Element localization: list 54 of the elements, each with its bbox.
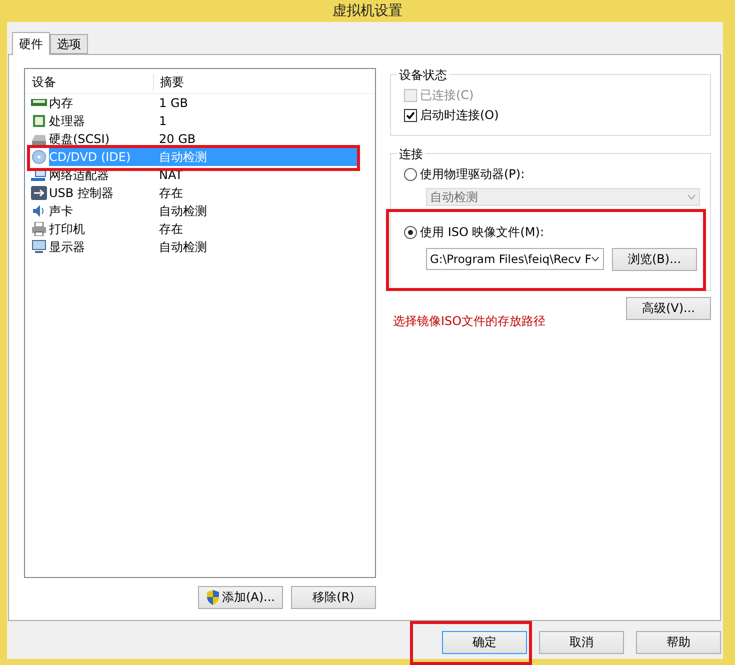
device-row[interactable]: 声卡 自动检测 — [26, 202, 358, 220]
usb-icon — [31, 186, 47, 200]
device-summary: 1 — [158, 113, 168, 130]
device-row[interactable]: 硬盘(SCSI) 20 GB — [26, 130, 358, 148]
dialog-button[interactable]: 帮助 — [636, 631, 721, 654]
device-summary: 存在 — [158, 185, 184, 202]
device-summary: 自动检测 — [153, 148, 358, 166]
chevron-down-icon — [687, 194, 696, 200]
network-monitor-icon — [31, 168, 47, 182]
chevron-down-icon — [591, 256, 600, 262]
device-row[interactable]: 内存 1 GB — [26, 94, 358, 112]
device-name: 显示器 — [49, 239, 86, 256]
add-button[interactable]: 添加(A)... — [198, 586, 283, 609]
device-summary: 自动检测 — [158, 203, 208, 220]
device-row[interactable]: USB 控制器 存在 — [26, 184, 358, 202]
device-name: 硬盘(SCSI) — [49, 131, 111, 148]
chip-icon — [31, 114, 47, 128]
window-title: 虚拟机设置 — [332, 2, 404, 21]
radio-button[interactable] — [404, 226, 417, 238]
device-name: 处理器 — [49, 113, 86, 130]
disc-icon — [31, 150, 47, 164]
hard-disk-icon — [31, 132, 47, 146]
printer-icon — [31, 222, 47, 236]
device-summary: 20 GB — [158, 131, 197, 148]
advanced-button[interactable]: 高级(V)... — [626, 297, 711, 320]
tab[interactable]: 硬件 — [12, 32, 50, 55]
tab[interactable]: 选项 — [50, 34, 88, 54]
device-name: USB 控制器 — [49, 185, 114, 202]
column-header[interactable]: 摘要 — [154, 74, 184, 90]
device-name: CD/DVD (IDE) — [49, 148, 153, 166]
device-name: 内存 — [49, 95, 74, 112]
remove-button[interactable]: 移除(R) — [291, 586, 376, 609]
radio-label: 使用 ISO 映像文件(M): — [420, 224, 544, 240]
group-title: 连接 — [397, 146, 425, 163]
annotation-note: 选择镜像ISO文件的存放路径 — [393, 313, 546, 330]
dialog-button[interactable]: 取消 — [539, 631, 624, 654]
radio-label: 使用物理驱动器(P): — [420, 166, 525, 182]
checkbox[interactable] — [404, 108, 417, 122]
group-title: 设备状态 — [397, 67, 449, 84]
dialog-button[interactable]: 确定 — [442, 631, 527, 654]
monitor-icon — [31, 240, 47, 254]
device-summary: 存在 — [158, 221, 184, 238]
checkbox-label: 已连接(C) — [420, 86, 474, 104]
device-name: 声卡 — [49, 203, 74, 220]
device-row[interactable]: 打印机 存在 — [26, 220, 358, 238]
device-summary: 自动检测 — [158, 239, 208, 256]
browse-button[interactable]: 浏览(B)... — [612, 248, 697, 271]
device-summary: 1 GB — [158, 95, 189, 112]
device-name: 打印机 — [49, 221, 86, 238]
checkbox-label: 启动时连接(O) — [420, 106, 499, 124]
device-row[interactable]: 处理器 1 — [26, 112, 358, 130]
column-header[interactable]: 设备 — [26, 74, 154, 90]
device-row[interactable]: 显示器 自动检测 — [26, 238, 358, 256]
iso-path-dropdown[interactable]: G:\Program Files\feiq\Recv F — [426, 248, 604, 270]
